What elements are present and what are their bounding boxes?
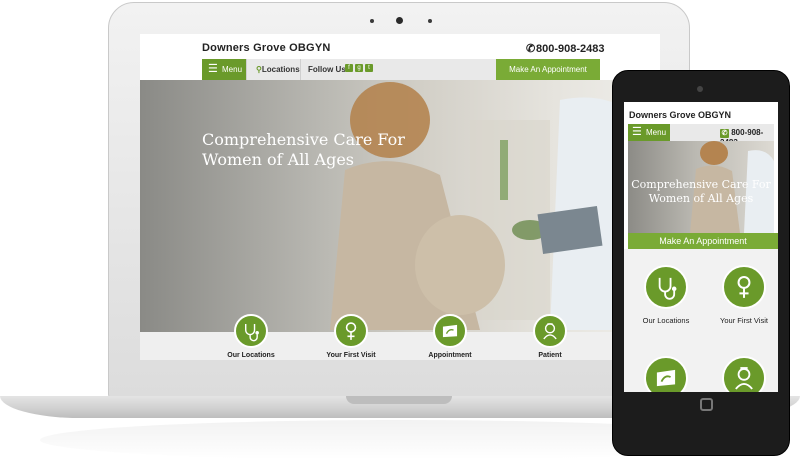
ultrasound-icon [442, 324, 458, 338]
feature-label: Our Locations [227, 352, 275, 359]
hamburger-icon: ☰ [632, 126, 642, 138]
nurse-icon [543, 323, 557, 340]
stethoscope-icon [245, 323, 259, 342]
mobile-feature-appointment[interactable] [644, 356, 688, 392]
nav-divider [246, 59, 247, 80]
mobile-feature-locations[interactable] [644, 265, 688, 309]
feature-circle [644, 265, 688, 309]
feature-label: Appointment [428, 352, 472, 359]
hero-image [140, 80, 660, 332]
mobile-feature-first-visit[interactable] [722, 265, 766, 309]
nav-divider [300, 59, 301, 80]
phone-home-button[interactable] [700, 398, 713, 411]
mobile-feature-label: Your First Visit [720, 316, 768, 325]
twitter-icon[interactable]: t [365, 64, 373, 72]
laptop-camera [396, 17, 403, 24]
feature-circle [644, 356, 688, 392]
stethoscope-icon [658, 277, 677, 300]
female-symbol-icon [345, 322, 357, 340]
make-appointment-button[interactable]: Make An Appointment [496, 59, 600, 80]
hamburger-icon: ☰ [208, 63, 218, 75]
feature-circle [722, 265, 766, 309]
googleplus-icon[interactable]: g [355, 64, 363, 72]
feature-first-visit[interactable] [334, 314, 368, 348]
phone-number: 800-908-2483 [536, 43, 605, 55]
mobile-site-brand[interactable]: Downers Grove OBGYN [629, 110, 731, 120]
mobile-feature-patient[interactable] [722, 356, 766, 392]
laptop-sensor-dot [428, 19, 432, 23]
hero-title-line2: Women of All Ages [202, 150, 355, 169]
mobile-feature-label: Our Locations [642, 316, 690, 325]
locations-link[interactable]: ⚲Locations [256, 65, 300, 74]
feature-appointment[interactable] [433, 314, 467, 348]
feature-patient[interactable] [533, 314, 567, 348]
phone-icon: ✆ [526, 43, 536, 55]
feature-circle [234, 314, 268, 348]
feature-circle [334, 314, 368, 348]
feature-label: Your First Visit [326, 352, 376, 359]
mobile-hero-title-line2: Women of All Ages [648, 192, 754, 205]
feature-locations[interactable] [234, 314, 268, 348]
menu-label: Menu [222, 65, 243, 74]
hero-title-line1: Comprehensive Care For [202, 130, 405, 149]
hero-photo-illustration [330, 82, 660, 330]
feature-circle [722, 356, 766, 392]
nurse-icon [735, 367, 753, 390]
mobile-make-appointment-button[interactable]: Make An Appointment [628, 233, 778, 249]
mobile-hero-title-line1: Comprehensive Care For [631, 178, 771, 191]
female-symbol-icon [737, 276, 751, 298]
phone-icon: ✆ [720, 129, 729, 138]
laptop-sensor-dot [370, 19, 374, 23]
laptop-hinge-notch [346, 396, 452, 404]
menu-button[interactable]: ☰ Menu [202, 59, 246, 80]
feature-label: Patient [538, 352, 562, 359]
laptop-screen: Downers Grove OBGYN ✆800-908-2483 ☰ Menu… [140, 34, 660, 360]
mobile-menu-label: Menu [646, 128, 667, 137]
site-brand[interactable]: Downers Grove OBGYN [202, 42, 331, 54]
feature-circle [533, 314, 567, 348]
header-phone[interactable]: ✆800-908-2483 [526, 42, 605, 55]
mobile-hero-title: Comprehensive Care For Women of All Ages [628, 178, 774, 206]
locations-label: Locations [261, 65, 300, 74]
follow-label: Follow Us: [308, 65, 349, 74]
phone-screen: Downers Grove OBGYN ☰ Menu ✆ 800-908-248… [624, 102, 778, 392]
feature-circle [433, 314, 467, 348]
facebook-icon[interactable]: f [345, 64, 353, 72]
phone-camera [697, 86, 703, 92]
mobile-menu-button[interactable]: ☰ Menu [628, 124, 670, 141]
hero-title: Comprehensive Care For Women of All Ages [202, 130, 462, 170]
ultrasound-icon [656, 369, 676, 387]
